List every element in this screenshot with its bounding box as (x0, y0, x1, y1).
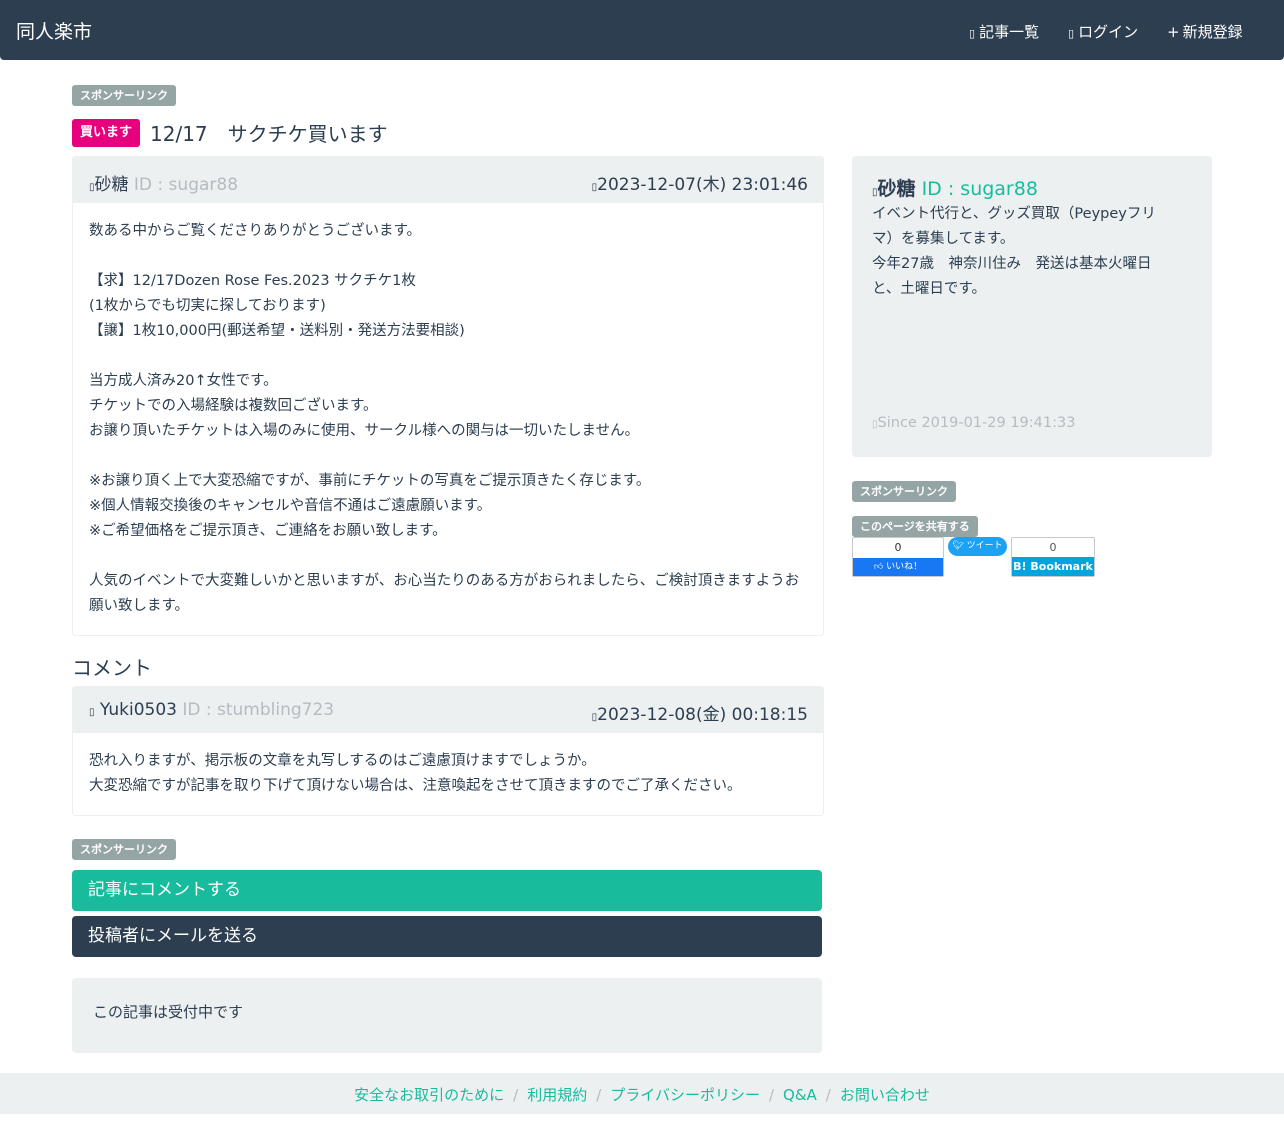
footer-links: 安全なお取引のために / 利用規約 / プライバシーポリシー / Q&A / お問い合わせ (0, 1084, 1284, 1105)
post-body-line: 【譲】1枚10,000円(郵送希望・送料別・発送方法要相談) (89, 323, 465, 339)
comment-author-id: ID : stumbling723 (182, 700, 335, 720)
post-body-line: チケットでの入場経験は複数回ございます。 (89, 398, 378, 414)
list-icon: ▯ (969, 27, 976, 40)
post-body-line: ※ご希望価格をご提示頂き、ご連絡をお願い致します。 (89, 523, 447, 539)
post-body-line (89, 244, 807, 269)
post-author-name: 砂糖 (94, 175, 129, 195)
sponsor-badge-top: スポンサーリンク (72, 85, 176, 106)
post-body-line: 【求】12/17Dozen Rose Fes.2023 サクチケ1枚 (89, 273, 416, 289)
profile-description: イベント代行と、グッズ買取（Peypeyフリマ）を募集してます。 今年27歳 神奈… (872, 202, 1172, 302)
post-card-header: ▯砂糖 ID : sugar88 ▯2023-12-07(木) 23:01:46 (73, 157, 823, 203)
plus-icon: + (1167, 23, 1180, 41)
post-type-badge: 買います (72, 119, 141, 147)
comment-date: ▯2023-12-08(金) 00:18:15 (592, 700, 808, 725)
post-author-id: ID : sugar88 (133, 175, 239, 195)
status-box: この記事は受付中です (72, 978, 822, 1053)
post-title: 12/17 サクチケ買います (150, 122, 388, 146)
sponsor-badge-bottom: スポンサーリンク (72, 839, 176, 860)
post-body-line: (1枚からでも切実に探しております) (89, 298, 326, 314)
comment-body: 恐れ入りますが、掲示板の文章を丸写しするのはご遠慮頂けますでしょうか。大変恐縮で… (89, 749, 807, 799)
profile-id: ID : sugar88 (921, 178, 1038, 200)
facebook-like-text: いいね！ (886, 562, 923, 572)
twitter-icon: 🐦︎ (952, 541, 964, 551)
thumbs-up-icon: 👍︎ (873, 562, 884, 572)
post-body-line: ※個人情報交換後のキャンセルや音信不通はご遠慮願います。 (89, 498, 492, 514)
footer-link-terms[interactable]: 利用規約 (527, 1086, 587, 1104)
post-body-line: ※お譲り頂く上で大変恐縮ですが、事前にチケットの写真をご提示頂きたく存じます。 (89, 473, 651, 489)
post-date: ▯2023-12-07(木) 23:01:46 (592, 170, 808, 195)
footer-separator: / (825, 1086, 831, 1104)
hatena-bookmark-count: 0 (1049, 541, 1057, 554)
nav-login[interactable]: ▯ ログイン (1068, 21, 1138, 42)
post-body-line: 人気のイベントで大変難しいかと思いますが、お心当たりのある方がおられましたら、ご… (89, 573, 800, 614)
post-author[interactable]: ▯砂糖 ID : sugar88 (89, 170, 238, 195)
profile-name-text: 砂糖 (877, 178, 916, 200)
post-body-line (89, 544, 807, 569)
navbar: 同人楽市 ▯ 記事一覧 ▯ ログイン + 新規登録 (0, 0, 1284, 60)
post-body-line: 数ある中からご覧くださりありがとうございます。 (89, 223, 422, 239)
post-date-text: 2023-12-07(木) 23:01:46 (597, 175, 808, 195)
tweet-button[interactable]: 🐦︎ ツイート (948, 537, 1007, 556)
comment-date-text: 2023-12-08(金) 00:18:15 (597, 705, 808, 725)
share-label: このページを共有する (852, 516, 978, 537)
footer-separator: / (513, 1086, 519, 1104)
comment-author[interactable]: ▯ Yuki0503 ID : stumbling723 (89, 700, 334, 720)
hatena-bookmark-label: B! Bookmark (1012, 557, 1094, 576)
site-brand[interactable]: 同人楽市 (16, 17, 92, 44)
footer-link-qa[interactable]: Q&A (783, 1086, 817, 1104)
post-card: ▯砂糖 ID : sugar88 ▯2023-12-07(木) 23:01:46… (72, 156, 824, 636)
facebook-like-button[interactable]: 0 👍︎ いいね！ (852, 537, 944, 577)
post-body-line (89, 444, 807, 469)
login-icon: ▯ (1068, 27, 1075, 40)
profile-name[interactable]: ▯砂糖 ID : sugar88 (872, 174, 1038, 201)
user-icon: ▯ (89, 707, 95, 718)
comment-button[interactable]: 記事にコメントする (72, 870, 822, 911)
footer-link-privacy[interactable]: プライバシーポリシー (610, 1086, 760, 1104)
comment-card: ▯ Yuki0503 ID : stumbling723 ▯2023-12-08… (72, 686, 824, 816)
nav-articles-label: 記事一覧 (979, 23, 1040, 41)
profile-panel: ▯砂糖 ID : sugar88 イベント代行と、グッズ買取（Peypeyフリマ… (852, 156, 1212, 457)
comment-body-line: 大変恐縮ですが記事を取り下げて頂けない場合は、注意喚起をさせて頂きますのでご了承… (89, 778, 742, 794)
sponsor-badge-sidebar: スポンサーリンク (852, 481, 956, 502)
footer-link-safety[interactable]: 安全なお取引のために (354, 1086, 504, 1104)
nav-articles[interactable]: ▯ 記事一覧 (969, 21, 1039, 42)
footer-separator: / (596, 1086, 602, 1104)
facebook-like-label: 👍︎ いいね！ (853, 558, 943, 576)
profile-description-line: イベント代行と、グッズ買取（Peypeyフリマ）を募集してます。 (872, 206, 1156, 247)
post-body-line: 当方成人済み20↑女性です。 (89, 373, 278, 389)
footer-link-contact[interactable]: お問い合わせ (840, 1086, 930, 1104)
profile-since-text: Since 2019-01-29 19:41:33 (877, 415, 1076, 431)
nav-login-label: ログイン (1078, 23, 1139, 41)
profile-since: ▯Since 2019-01-29 19:41:33 (872, 415, 1075, 431)
facebook-like-count: 0 (894, 541, 902, 554)
comment-author-name: Yuki0503 (99, 700, 177, 720)
comments-title: コメント (72, 656, 152, 680)
footer: 安全なお取引のために / 利用規約 / プライバシーポリシー / Q&A / お問い合わせ (0, 1073, 1284, 1114)
post-body: 数ある中からご覧くださりありがとうございます。 【求】12/17Dozen Ros… (89, 219, 807, 619)
profile-description-line: 今年27歳 神奈川住み 発送は基本火曜日と、土曜日です。 (872, 256, 1152, 297)
comment-card-header: ▯ Yuki0503 ID : stumbling723 ▯2023-12-08… (73, 687, 823, 733)
status-text: この記事は受付中です (93, 1003, 244, 1021)
footer-separator: / (768, 1086, 775, 1104)
hatena-bookmark-button[interactable]: 0 B! Bookmark (1011, 537, 1095, 577)
tweet-label: ツイート (966, 541, 1003, 551)
post-body-line: お譲り頂いたチケットは入場のみに使用、サークル様への関与は一切いたしません。 (89, 423, 640, 439)
nav-register[interactable]: + 新規登録 (1167, 21, 1243, 42)
post-body-line (89, 344, 807, 369)
comment-body-line: 恐れ入りますが、掲示板の文章を丸写しするのはご遠慮頂けますでしょうか。 (89, 753, 596, 769)
nav-register-label: 新規登録 (1182, 23, 1243, 41)
mail-button[interactable]: 投稿者にメールを送る (72, 916, 822, 957)
